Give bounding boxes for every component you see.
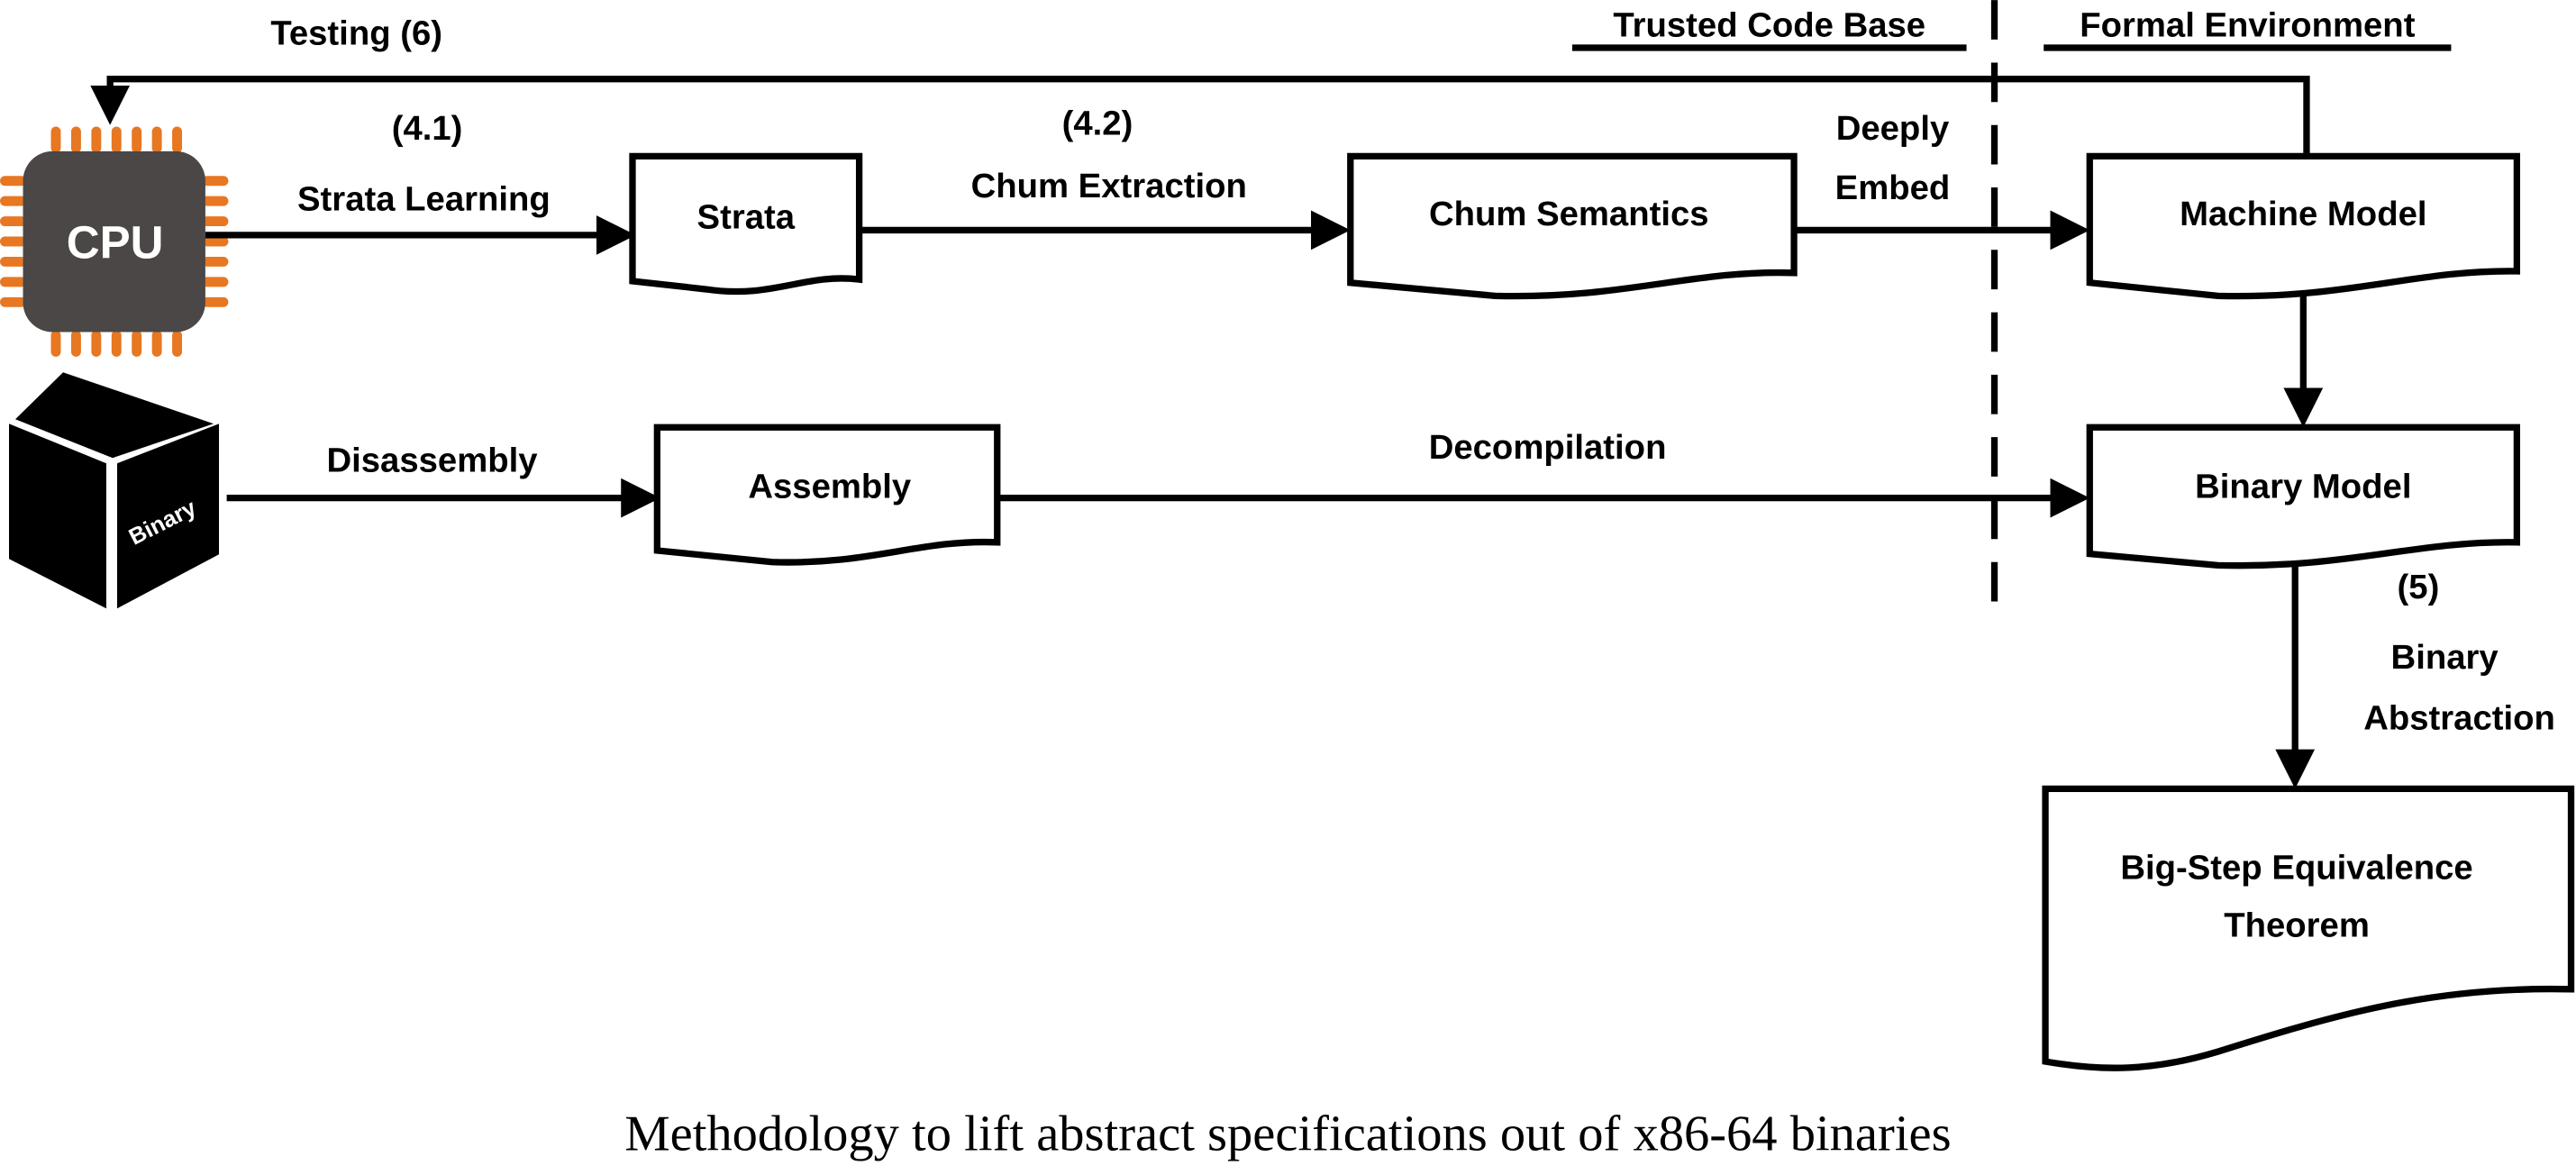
cpu-icon: CPU (0, 126, 229, 357)
machine-model-label: Machine Model (2180, 195, 2426, 233)
cpu-pin (151, 126, 162, 153)
methodology-diagram: Trusted Code Base Formal Environment Tes… (0, 0, 2575, 1161)
strata-label: Strata (697, 198, 796, 237)
decompilation-label: Decompilation (1429, 428, 1667, 467)
cpu-pin (202, 256, 229, 267)
cpu-pin (50, 126, 61, 153)
cpu-pin (50, 330, 61, 357)
chum-extraction-label: Chum Extraction (971, 167, 1247, 205)
cpu-pin (172, 126, 183, 153)
cpu-pin (0, 256, 27, 267)
strata-learning-step: (4.1) (392, 109, 463, 148)
binary-model-label: Binary Model (2195, 468, 2411, 506)
cpu-pin (0, 196, 27, 206)
binary-abstraction-label-2: Abstraction (2363, 699, 2555, 738)
chum-semantics-label: Chum Semantics (1429, 195, 1709, 233)
theorem-label-1: Big-Step Equivalence (2120, 849, 2472, 888)
binary-abstraction-label-1: Binary (2391, 638, 2499, 677)
strata-learning-label: Strata Learning (297, 180, 551, 219)
theorem-label-2: Theorem (2224, 906, 2370, 944)
cpu-pin (0, 236, 27, 247)
disassembly-label: Disassembly (326, 441, 538, 479)
binary-cube: Binary (9, 372, 220, 609)
cpu-pin (172, 330, 183, 357)
testing-label: Testing (6) (270, 14, 442, 52)
cpu-pin (70, 330, 81, 357)
cpu-pin (132, 330, 142, 357)
cpu-pin (151, 330, 162, 357)
cpu-pin (0, 296, 27, 307)
cpu-pin (0, 176, 27, 187)
cpu-pin (111, 330, 122, 357)
cpu-pin (202, 196, 229, 206)
chum-extraction-step: (4.2) (1062, 105, 1133, 143)
cpu-pin (70, 126, 81, 153)
assembly-label: Assembly (748, 468, 912, 506)
cpu-pin (91, 126, 102, 153)
cpu-pin (202, 296, 229, 307)
cpu-pin (0, 216, 27, 227)
cpu-label: CPU (67, 216, 164, 268)
cpu-pin (91, 330, 102, 357)
formal-environment-header: Formal Environment (2080, 5, 2415, 44)
cpu-pin (202, 216, 229, 227)
figure-caption: Methodology to lift abstract specificati… (624, 1106, 1951, 1161)
cpu-pin (202, 277, 229, 287)
deeply-label: Deeply (1836, 109, 1950, 148)
embed-label: Embed (1835, 169, 1951, 207)
trusted-code-base-header: Trusted Code Base (1613, 5, 1925, 44)
cpu-pin (132, 126, 142, 153)
cpu-pin (0, 277, 27, 287)
cpu-pin (202, 176, 229, 187)
binary-abstraction-step: (5) (2398, 568, 2440, 606)
cpu-pin (111, 126, 122, 153)
